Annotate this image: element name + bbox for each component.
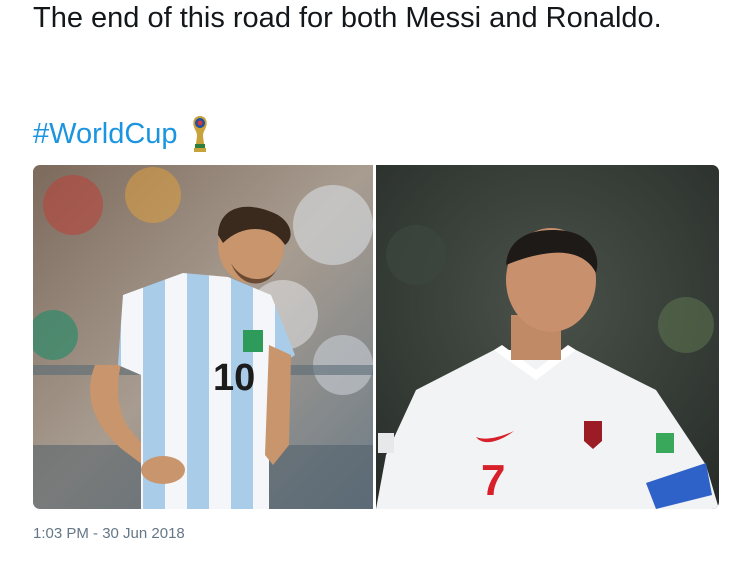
- tweet-text: The end of this road for both Messi and …: [33, 2, 662, 34]
- worldcup-hashtag-link[interactable]: #WorldCup: [33, 114, 178, 154]
- messi-argentina-photo[interactable]: 10: [33, 165, 373, 509]
- ronaldo-jersey-number: 7: [481, 456, 505, 505]
- tweet-media-grid[interactable]: 10 7: [33, 165, 719, 509]
- ronaldo-portugal-photo[interactable]: 7: [376, 165, 719, 509]
- messi-jersey-number: 10: [213, 357, 255, 399]
- tweet-timestamp[interactable]: 1:03 PM - 30 Jun 2018: [33, 523, 185, 545]
- world-cup-trophy-icon: [178, 114, 212, 154]
- hashtag-row: #WorldCup: [33, 112, 212, 156]
